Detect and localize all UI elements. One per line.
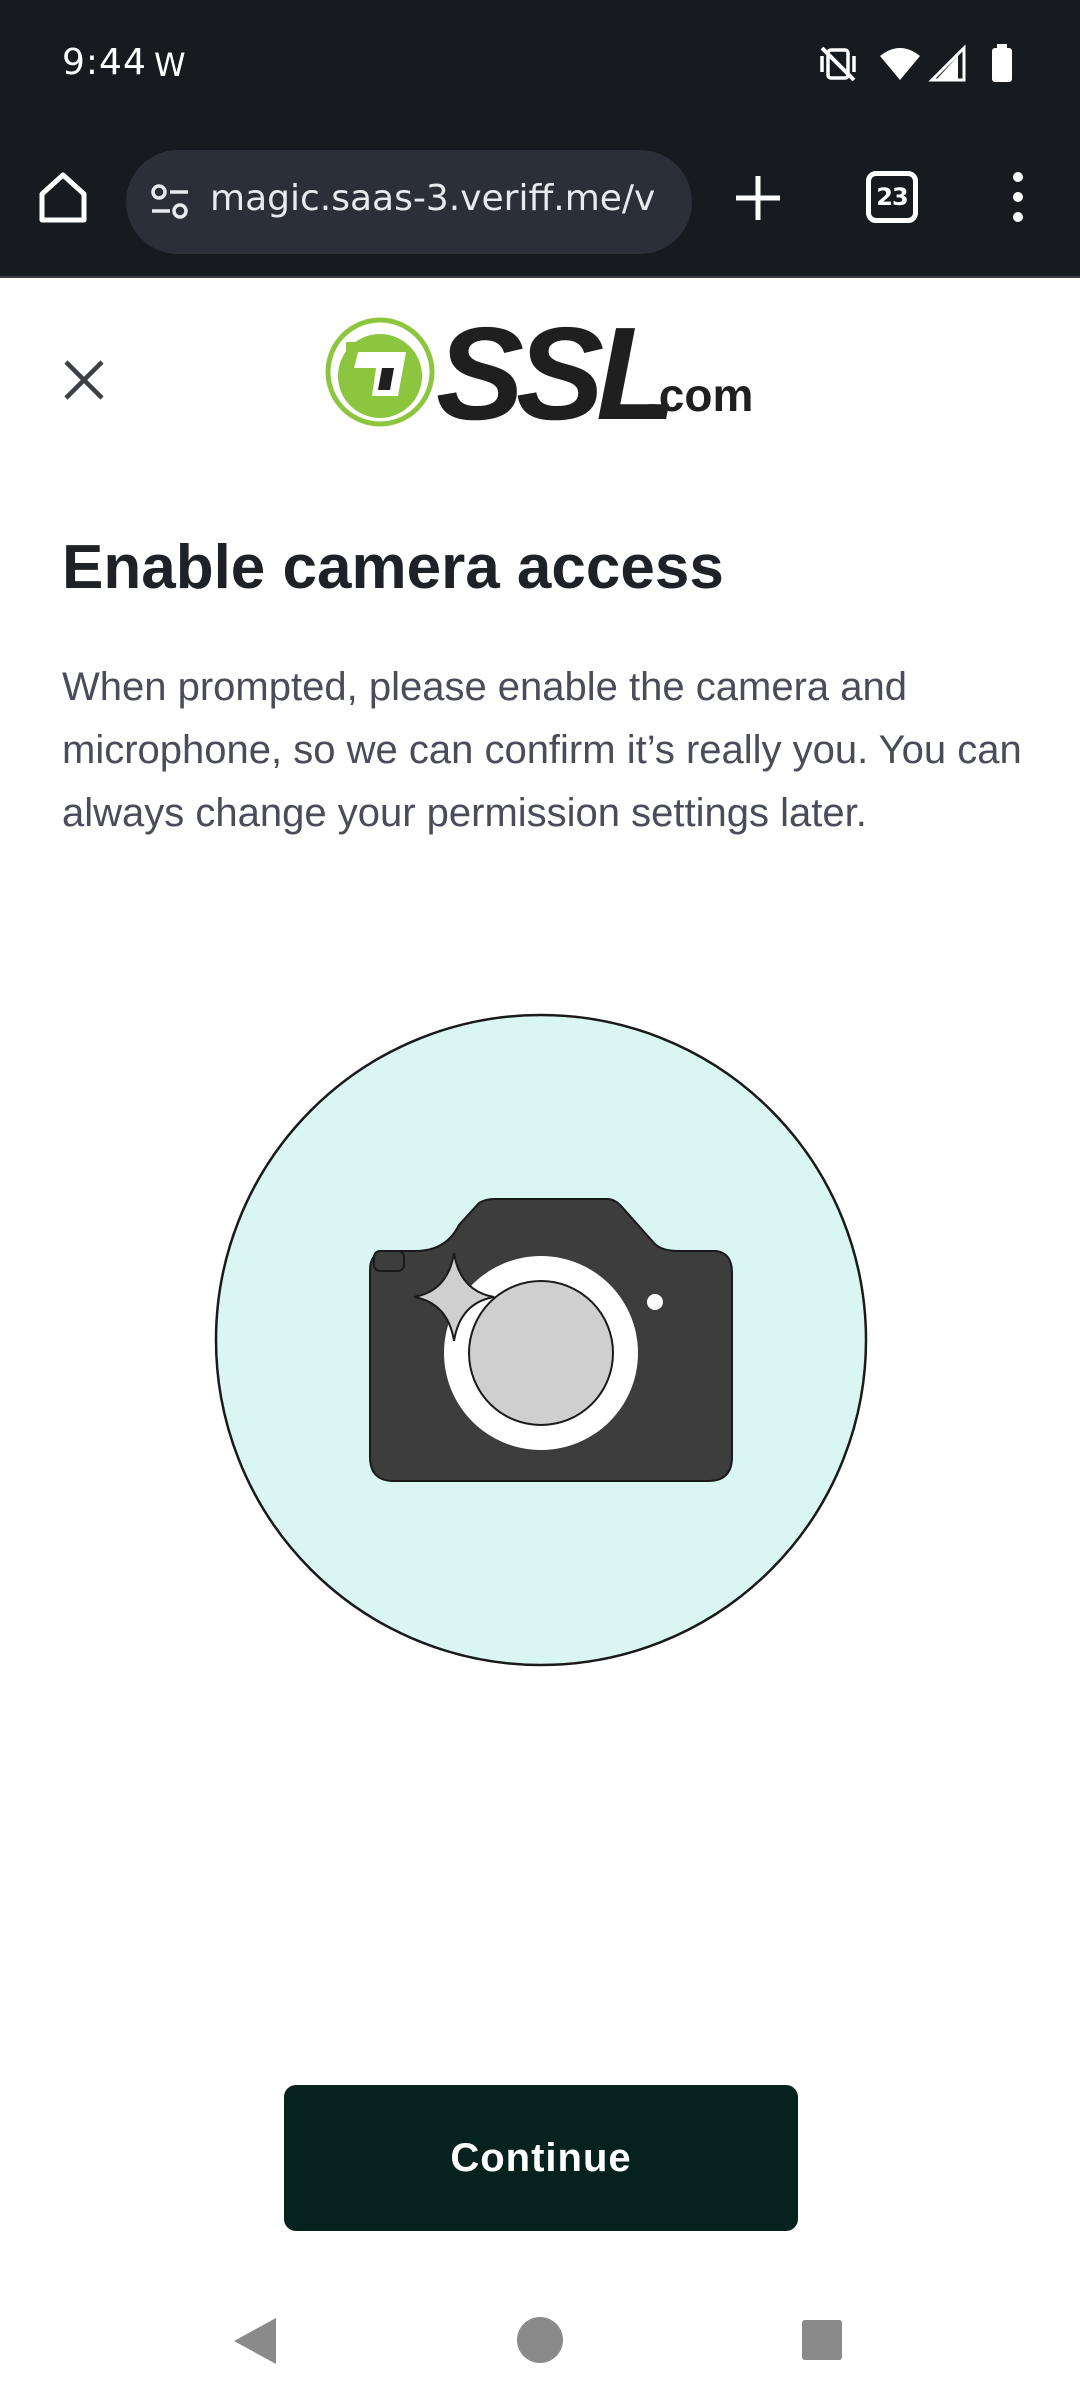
page-title: Enable camera access bbox=[62, 533, 724, 602]
tab-count: 23 bbox=[876, 183, 908, 211]
address-bar[interactable]: magic.saas-3.veriff.me/v bbox=[126, 150, 692, 254]
browser-toolbar: magic.saas-3.veriff.me/v 23 bbox=[0, 128, 1080, 278]
mute-vibrate-icon bbox=[820, 46, 856, 82]
battery-icon bbox=[992, 44, 1012, 82]
continue-button[interactable]: Continue bbox=[284, 2085, 798, 2231]
camera-illustration bbox=[214, 1013, 868, 1667]
logo-text: SSL bbox=[436, 300, 677, 447]
ssl-logo-mark bbox=[325, 317, 435, 427]
site-settings-icon[interactable] bbox=[148, 180, 192, 224]
status-time: 9:44 bbox=[62, 42, 147, 83]
url-text[interactable]: magic.saas-3.veriff.me/v bbox=[210, 178, 680, 219]
system-navigation-bar bbox=[0, 2280, 1080, 2400]
notification-indicator: W bbox=[154, 46, 186, 84]
signal-icon bbox=[928, 44, 966, 82]
tab-switcher-button[interactable]: 23 bbox=[866, 171, 918, 223]
recents-icon[interactable] bbox=[802, 2320, 842, 2360]
status-icons bbox=[818, 44, 1018, 84]
new-tab-icon[interactable] bbox=[730, 170, 786, 226]
wifi-icon bbox=[880, 48, 920, 80]
home-nav-icon[interactable] bbox=[516, 2316, 564, 2364]
page-description: When prompted, please enable the camera … bbox=[62, 665, 1022, 835]
close-icon[interactable] bbox=[56, 352, 112, 408]
ssl-logo: SSL .com bbox=[324, 300, 764, 447]
logo-suffix: .com bbox=[646, 369, 754, 421]
back-icon[interactable] bbox=[232, 2316, 278, 2366]
home-icon[interactable] bbox=[34, 168, 92, 226]
status-bar: 9:44 W bbox=[0, 0, 1080, 128]
more-menu-icon[interactable] bbox=[1000, 168, 1036, 226]
